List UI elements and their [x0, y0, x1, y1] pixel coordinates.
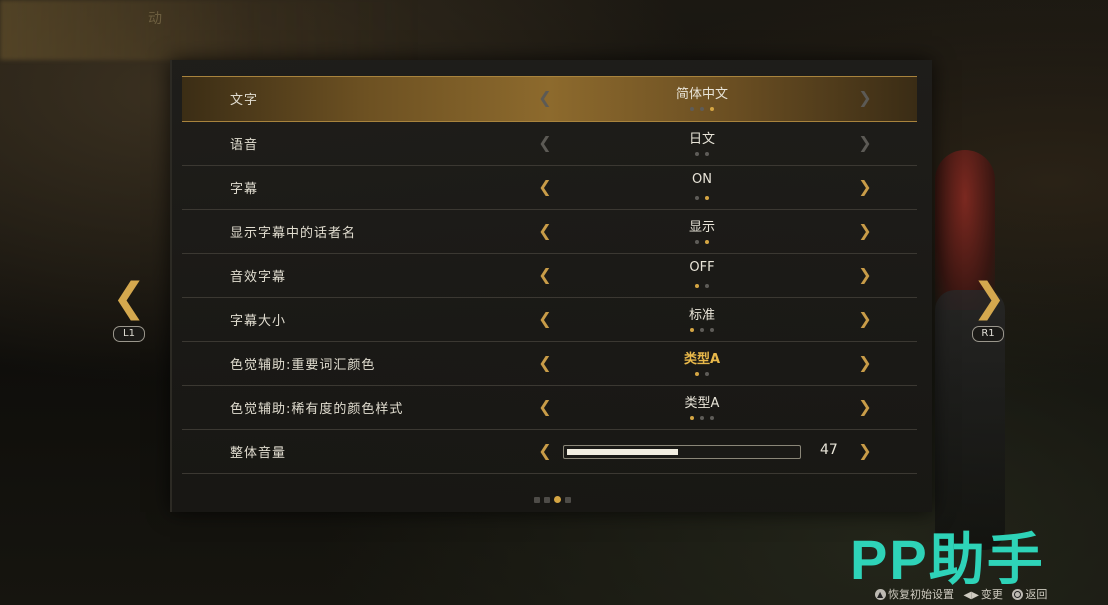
circle-button-icon	[1012, 589, 1024, 600]
arrow-left-icon[interactable]: ❮	[538, 398, 552, 416]
option-dot	[700, 107, 704, 111]
arrow-left-icon[interactable]: ❮	[538, 178, 552, 196]
page-dot	[543, 497, 550, 503]
option-dot	[700, 328, 704, 332]
arrow-right-icon[interactable]: ❯	[858, 222, 872, 240]
setting-label: 音效字幕	[230, 270, 287, 285]
header-title: 动	[148, 11, 164, 27]
volume-slider[interactable]	[563, 445, 801, 459]
r1-badge[interactable]: R1	[972, 326, 1004, 342]
option-dot	[695, 152, 699, 156]
option-dot	[695, 196, 699, 200]
option-dots	[602, 103, 802, 111]
volume-value: 47	[820, 442, 838, 458]
volume-slider-fill	[567, 449, 678, 455]
watermark-logo: PP助手	[850, 528, 1045, 591]
page-dot	[553, 496, 561, 503]
option-dot	[690, 328, 694, 332]
setting-label: 色觉辅助:重要词汇颜色	[230, 358, 376, 373]
arrow-left-icon[interactable]: ❮	[538, 89, 552, 107]
setting-value: 标准	[688, 308, 715, 323]
arrow-right-icon[interactable]: ❯	[858, 134, 872, 152]
setting-label: 色觉辅助:稀有度的颜色样式	[230, 402, 404, 417]
option-dots	[602, 236, 802, 244]
option-dot	[710, 107, 714, 111]
setting-label: 字幕大小	[230, 314, 287, 329]
option-dots	[602, 280, 802, 288]
footer-button-hints: ▲ 恢复初始设置 ◀▶ 变更 返回	[875, 586, 1053, 602]
arrow-right-icon[interactable]: ❯	[858, 178, 872, 196]
setting-label: 字幕	[230, 182, 259, 197]
arrow-left-icon[interactable]: ❮	[538, 354, 552, 372]
settings-panel: 文字 ❮ 简体中文 ❯ 语音 ❮ 日文 ❯ 字幕 ❮ ON ❯ 显示字幕中的话者名 ❮ 显示 ❯ 音效字幕 ❮ OF…	[170, 60, 932, 512]
option-dot	[690, 416, 694, 420]
arrow-left-icon[interactable]: ❮	[538, 310, 552, 328]
setting-value: 类型A	[684, 396, 720, 411]
option-dot	[705, 240, 709, 244]
arrow-right-icon[interactable]: ❯	[858, 310, 872, 328]
option-dot	[695, 284, 699, 288]
arrow-right-icon[interactable]: ❯	[858, 398, 872, 416]
option-dots	[602, 148, 802, 156]
l1-badge[interactable]: L1	[113, 326, 145, 342]
arrow-left-icon[interactable]: ❮	[538, 266, 552, 284]
page-dot	[564, 497, 571, 503]
setting-value: 日文	[688, 132, 715, 147]
arrow-left-icon[interactable]: ❮	[538, 442, 552, 460]
setting-row[interactable]: 字幕 ❮ ON ❯	[182, 166, 917, 210]
next-page-arrow-icon[interactable]: ❯	[972, 278, 1006, 318]
setting-value: 简体中文	[675, 87, 728, 102]
setting-label: 语音	[230, 138, 259, 153]
setting-row[interactable]: 色觉辅助:重要词汇颜色 ❮ 类型A ❯	[182, 342, 917, 386]
setting-row[interactable]: 字幕大小 ❮ 标准 ❯	[182, 298, 917, 342]
setting-label: 文字	[230, 93, 259, 108]
option-dot	[710, 328, 714, 332]
option-dots	[602, 368, 802, 376]
option-dot	[705, 152, 709, 156]
setting-row[interactable]: 显示字幕中的话者名 ❮ 显示 ❯	[182, 210, 917, 254]
arrow-right-icon[interactable]: ❯	[858, 442, 872, 460]
change-label: 变更	[980, 588, 1003, 601]
setting-row[interactable]: 语音 ❮ 日文 ❯	[182, 122, 917, 166]
option-dot	[705, 372, 709, 376]
arrow-right-icon[interactable]: ❯	[858, 354, 872, 372]
setting-value: OFF	[689, 260, 715, 275]
arrow-right-icon[interactable]: ❯	[858, 89, 872, 107]
option-dot	[710, 416, 714, 420]
setting-row[interactable]: 整体音量 ❮ 47 ❯	[182, 430, 917, 474]
setting-label: 显示字幕中的话者名	[230, 226, 357, 241]
arrow-right-icon[interactable]: ❯	[858, 266, 872, 284]
setting-row[interactable]: 音效字幕 ❮ OFF ❯	[182, 254, 917, 298]
option-dot	[705, 196, 709, 200]
change-button[interactable]: ◀▶ 变更	[964, 586, 1003, 602]
setting-label: 整体音量	[230, 446, 287, 461]
setting-row[interactable]: 文字 ❮ 简体中文 ❯	[182, 76, 917, 122]
page-dot	[533, 497, 540, 503]
restore-defaults-button[interactable]: ▲ 恢复初始设置	[875, 586, 954, 602]
option-dots	[602, 324, 802, 332]
back-label: 返回	[1025, 588, 1048, 601]
arrow-left-icon[interactable]: ❮	[538, 222, 552, 240]
setting-value: 显示	[688, 220, 715, 235]
dpad-icon: ◀▶	[963, 590, 979, 601]
option-dots	[602, 412, 802, 420]
setting-row[interactable]: 色觉辅助:稀有度的颜色样式 ❮ 类型A ❯	[182, 386, 917, 430]
option-dot	[695, 240, 699, 244]
arrow-left-icon[interactable]: ❮	[538, 134, 552, 152]
setting-value: 类型A	[683, 352, 721, 367]
option-dot	[700, 416, 704, 420]
option-dots	[602, 192, 802, 200]
back-button[interactable]: 返回	[1012, 586, 1047, 602]
option-dot	[690, 107, 694, 111]
setting-value: ON	[692, 172, 712, 187]
option-dot	[695, 372, 699, 376]
page-indicator	[172, 488, 932, 507]
restore-defaults-label: 恢复初始设置	[888, 588, 954, 601]
triangle-button-icon: ▲	[875, 589, 886, 600]
settings-list: 文字 ❮ 简体中文 ❯ 语音 ❮ 日文 ❯ 字幕 ❮ ON ❯ 显示字幕中的话者名 ❮ 显示 ❯ 音效字幕 ❮ OF…	[182, 76, 917, 474]
prev-page-arrow-icon[interactable]: ❮	[112, 278, 146, 318]
option-dot	[705, 284, 709, 288]
top-background-glow	[0, 0, 420, 60]
